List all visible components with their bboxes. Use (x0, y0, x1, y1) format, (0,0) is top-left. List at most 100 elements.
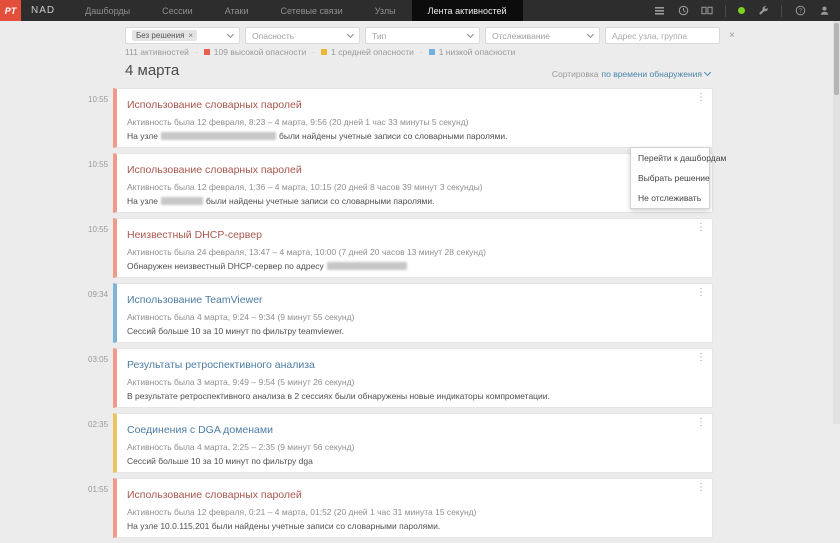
kebab-menu-icon[interactable]: ⋮ (696, 418, 706, 428)
activity-title[interactable]: Неизвестный DHCP-сервер (127, 229, 262, 241)
kebab-menu-icon[interactable]: ⋮ (696, 93, 706, 103)
activity-row: 10:55 Использование словарных паролей Ак… (88, 88, 713, 148)
screens-icon[interactable] (701, 5, 713, 17)
activity-description: На узле 10.0.115.201 были найдены учетны… (127, 521, 690, 531)
activity-time: 09:34 (88, 290, 110, 299)
severity-stats: 109 высокой опасности 1 средней опасност… (195, 47, 515, 57)
activity-title[interactable]: Использование словарных паролей (127, 489, 302, 501)
kebab-menu-icon[interactable]: ⋮ (696, 353, 706, 363)
activity-description: На узле были найдены учетные записи со с… (127, 196, 690, 206)
description-suffix: были найдены учетные записи со словарным… (279, 131, 508, 141)
nav-item[interactable]: Сессии (146, 0, 209, 21)
product-name: NAD (21, 0, 69, 21)
activity-time: 01:55 (88, 485, 110, 494)
activity-card: Соединения с DGA доменами Активность был… (113, 413, 713, 473)
decision-filter-chip[interactable]: Без решения × (132, 30, 197, 41)
address-search-input[interactable] (605, 27, 720, 44)
nav-item-label: Дашборды (85, 6, 130, 16)
activity-time: 10:55 (88, 225, 110, 234)
activity-card: Использование словарных паролей Активнос… (113, 153, 713, 213)
tracking-filter-dropdown[interactable]: Отслеживание (485, 27, 600, 44)
nav-item[interactable]: Атаки (209, 0, 265, 21)
chip-remove-icon[interactable]: × (188, 31, 193, 40)
activity-title[interactable]: Использование словарных паролей (127, 164, 302, 176)
decision-chip-label: Без решения (136, 31, 184, 40)
chevron-down-icon (347, 30, 354, 37)
filter-bar: Без решения × Опасность Тип Отслеживание… (125, 27, 735, 44)
tab-activity-feed[interactable]: Лента активностей (412, 0, 523, 21)
danger-filter-dropdown[interactable]: Опасность (245, 27, 360, 44)
tab-activity-feed-label: Лента активностей (428, 6, 507, 16)
description-prefix: На узле (127, 131, 158, 141)
activity-meta: Активность была 24 февраля, 13:47 – 4 ма… (127, 247, 690, 257)
description-prefix: Сессий больше 10 за 10 минут по фильтру … (127, 326, 344, 336)
nav-item[interactable]: Узлы (359, 0, 412, 21)
total-activities: 111 активностей (125, 47, 189, 57)
activity-description: В результате ретроспективного анализа в … (127, 391, 690, 401)
activity-time: 03:05 (88, 355, 110, 364)
activity-title[interactable]: Использование TeamViewer (127, 294, 263, 306)
activity-meta: Активность была 3 марта, 9:49 – 9:54 (5 … (127, 377, 690, 387)
vertical-scrollbar[interactable] (833, 21, 840, 424)
severity-swatch (204, 49, 210, 55)
nav-item[interactable]: Дашборды (69, 0, 146, 21)
top-navigation-bar: PT NAD Дашборды Сессии Атаки Сетевые свя… (0, 0, 840, 21)
sort-control: Сортировка по времени обнаружения (552, 69, 710, 79)
topbar-right-icons: ? (653, 0, 840, 21)
context-menu-item[interactable]: Не отслеживать (631, 188, 709, 208)
description-prefix: В результате ретроспективного анализа в … (127, 391, 550, 401)
section-header: 4 марта Сортировка по времени обнаружени… (125, 62, 710, 79)
context-menu-item[interactable]: Перейти к дашбордам (631, 148, 709, 168)
activity-description: Обнаружен неизвестный DHCP-сервер по адр… (127, 261, 690, 271)
activity-stats: 111 активностей 109 высокой опасности 1 … (125, 47, 515, 57)
context-menu: Перейти к дашбордам Выбрать решение Не о… (630, 147, 710, 209)
kebab-menu-icon[interactable]: ⋮ (696, 288, 706, 298)
severity-swatch (429, 49, 435, 55)
description-suffix: были найдены учетные записи со словарным… (206, 196, 435, 206)
nav-item-label: Атаки (225, 6, 249, 16)
severity-stat: 109 высокой опасности (195, 47, 306, 57)
clear-filters-icon[interactable]: × (729, 30, 735, 41)
topbar-divider (781, 5, 782, 17)
context-menu-item-label: Не отслеживать (638, 193, 701, 203)
activity-title[interactable]: Результаты ретроспективного анализа (127, 359, 315, 371)
activity-title[interactable]: Соединения с DGA доменами (127, 424, 273, 436)
activity-row: 02:35 Соединения с DGA доменами Активнос… (88, 413, 713, 473)
activity-card: Использование словарных паролей Активнос… (113, 478, 713, 538)
wrench-icon[interactable] (757, 5, 769, 17)
activity-description: Сессий больше 10 за 10 минут по фильтру … (127, 326, 690, 336)
activity-meta: Активность была 4 марта, 2:25 – 2:35 (9 … (127, 442, 690, 452)
activity-card: Использование словарных паролей Активнос… (113, 88, 713, 148)
description-prefix: На узле (127, 196, 158, 206)
activity-row: 01:55 Использование словарных паролей Ак… (88, 478, 713, 538)
description-prefix: Обнаружен неизвестный DHCP-сервер по адр… (127, 261, 324, 271)
nav-item[interactable]: Сетевые связи (264, 0, 358, 21)
redacted-text (161, 132, 276, 140)
user-icon[interactable] (818, 5, 830, 17)
tracking-filter-placeholder: Отслеживание (492, 31, 550, 41)
decision-filter-dropdown[interactable]: Без решения × (125, 27, 240, 44)
context-menu-item[interactable]: Выбрать решение (631, 168, 709, 188)
pt-logo[interactable]: PT (0, 0, 21, 21)
clock-icon[interactable] (677, 5, 689, 17)
activity-feed: 10:55 Использование словарных паролей Ак… (88, 88, 713, 543)
type-filter-placeholder: Тип (372, 31, 386, 41)
activity-title[interactable]: Использование словарных паролей (127, 99, 302, 111)
kebab-menu-icon[interactable]: ⋮ (696, 483, 706, 493)
activity-meta: Активность была 12 февраля, 0:21 – 4 мар… (127, 507, 690, 517)
topbar-divider (725, 5, 726, 17)
scrollbar-thumb[interactable] (834, 23, 839, 95)
severity-stat-label: 109 высокой опасности (214, 47, 307, 57)
kebab-menu-icon[interactable]: ⋮ (696, 223, 706, 233)
activity-card: Неизвестный DHCP-сервер Активность была … (113, 218, 713, 278)
redacted-text (327, 262, 407, 270)
activity-meta: Активность была 4 марта, 9:24 – 9:34 (9 … (127, 312, 690, 322)
help-icon[interactable]: ? (794, 5, 806, 17)
nav-item-label: Узлы (375, 6, 396, 16)
menu-grid-icon[interactable] (653, 5, 665, 17)
nav-item-label: Сетевые связи (280, 6, 342, 16)
date-heading: 4 марта (125, 62, 179, 79)
chevron-down-icon (467, 30, 474, 37)
sort-value-link[interactable]: по времени обнаружения (602, 69, 703, 79)
type-filter-dropdown[interactable]: Тип (365, 27, 480, 44)
